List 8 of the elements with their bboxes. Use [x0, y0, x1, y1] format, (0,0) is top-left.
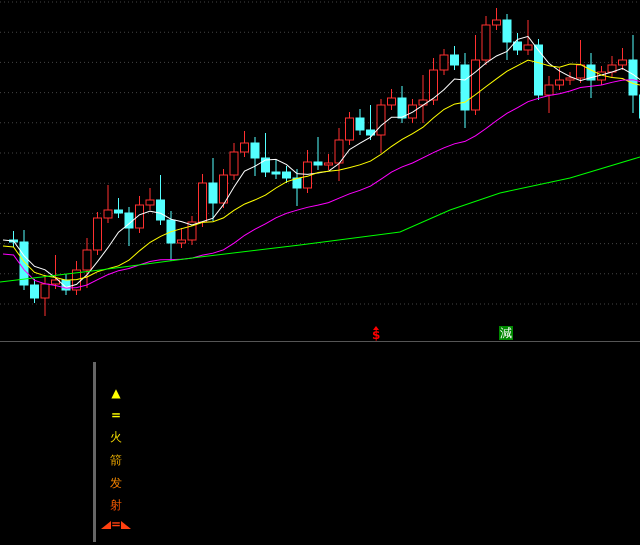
- reduce-signal: 減: [499, 326, 513, 340]
- dollar-signal: $: [372, 330, 380, 340]
- equal-mark: =: [110, 519, 122, 530]
- triangle-icon: [121, 521, 132, 530]
- equal-mark: =: [110, 408, 122, 422]
- up-arrow-icon: [373, 326, 380, 330]
- triangle-icon: [100, 521, 111, 530]
- up-triangle-mark: ▲: [111, 386, 121, 400]
